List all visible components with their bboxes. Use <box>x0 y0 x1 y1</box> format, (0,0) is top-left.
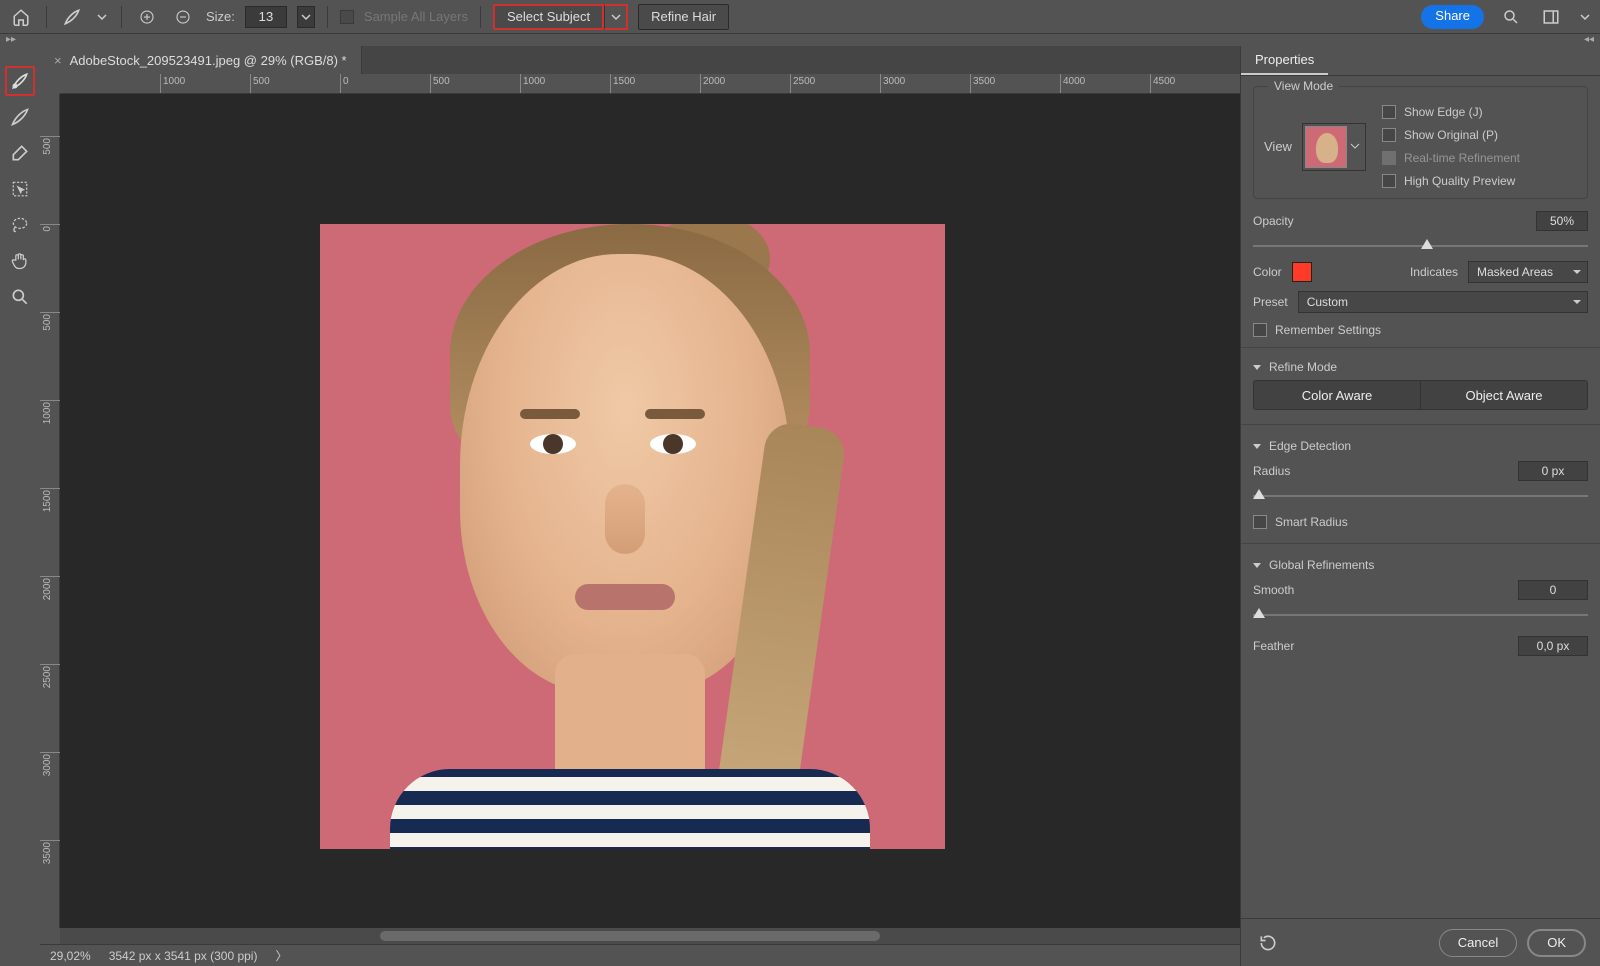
feather-label: Feather <box>1253 639 1294 653</box>
document-area: × AdobeStock_209523491.jpeg @ 29% (RGB/8… <box>40 46 1240 966</box>
size-dropdown[interactable] <box>297 6 315 28</box>
document-tab[interactable]: × AdobeStock_209523491.jpeg @ 29% (RGB/8… <box>40 46 362 74</box>
radius-slider[interactable] <box>1253 489 1588 503</box>
zoom-level[interactable]: 29,02% <box>50 949 91 963</box>
horizontal-scrollbar[interactable] <box>60 928 1240 944</box>
refine-hair-button[interactable]: Refine Hair <box>638 4 729 30</box>
opacity-slider[interactable] <box>1253 239 1588 253</box>
canvas-viewport[interactable] <box>60 94 1240 928</box>
home-icon[interactable] <box>8 4 34 30</box>
color-swatch[interactable] <box>1292 262 1312 282</box>
select-subject-label: Select Subject <box>507 9 590 24</box>
realtime-refinement-checkbox <box>1382 151 1396 165</box>
panel-footer: Cancel OK <box>1241 918 1600 966</box>
remember-settings-label: Remember Settings <box>1275 323 1381 337</box>
select-subject-dropdown[interactable] <box>604 4 628 30</box>
refine-hair-label: Refine Hair <box>651 9 716 24</box>
radius-label: Radius <box>1253 464 1290 478</box>
edge-detection-section[interactable]: Edge Detection <box>1253 439 1588 453</box>
show-original-checkbox[interactable] <box>1382 128 1396 142</box>
color-aware-button[interactable]: Color Aware <box>1253 380 1421 410</box>
smooth-label: Smooth <box>1253 583 1294 597</box>
refine-mode-segmented: Color Aware Object Aware <box>1253 380 1588 410</box>
indicates-dropdown[interactable]: Masked Areas <box>1468 261 1588 283</box>
ok-button[interactable]: OK <box>1527 929 1586 957</box>
realtime-refinement-label: Real-time Refinement <box>1404 151 1520 165</box>
opacity-value[interactable]: 50% <box>1536 211 1588 231</box>
opacity-label: Opacity <box>1253 214 1294 228</box>
sample-all-layers-checkbox <box>340 10 354 24</box>
cancel-button[interactable]: Cancel <box>1439 929 1517 957</box>
show-edge-label: Show Edge (J) <box>1404 105 1483 119</box>
workspace-switcher-icon[interactable] <box>1538 4 1564 30</box>
brush-tool[interactable] <box>5 138 35 168</box>
feather-value[interactable]: 0,0 px <box>1518 636 1588 656</box>
search-icon[interactable] <box>1498 4 1524 30</box>
status-bar: 29,02% 3542 px x 3541 px (300 ppi) 〉 <box>40 944 1240 966</box>
expand-right-icon[interactable]: ◂◂ <box>1584 34 1594 46</box>
show-edge-checkbox[interactable] <box>1382 105 1396 119</box>
lasso-tool[interactable] <box>5 210 35 240</box>
share-button[interactable]: Share <box>1421 5 1484 29</box>
radius-value[interactable]: 0 px <box>1518 461 1588 481</box>
hq-preview-label: High Quality Preview <box>1404 174 1515 188</box>
canvas[interactable] <box>320 224 945 849</box>
sample-all-layers-label: Sample All Layers <box>364 9 468 24</box>
properties-tab[interactable]: Properties <box>1241 46 1328 75</box>
brush-preset-dropdown[interactable] <box>95 4 109 30</box>
color-label: Color <box>1253 265 1282 279</box>
reset-icon[interactable] <box>1255 930 1281 956</box>
expand-left-icon[interactable]: ▸▸ <box>6 34 16 46</box>
smart-radius-checkbox[interactable] <box>1253 515 1267 529</box>
view-mode-group: View Mode View Show Edge (J) Show Origin… <box>1253 86 1588 199</box>
view-dropdown-icon[interactable] <box>1347 139 1363 154</box>
preset-label: Preset <box>1253 295 1288 309</box>
view-thumbnail[interactable] <box>1305 126 1347 168</box>
expand-strip: ▸▸ ◂◂ <box>0 34 1600 46</box>
share-label: Share <box>1435 8 1470 23</box>
object-aware-button[interactable]: Object Aware <box>1421 380 1588 410</box>
refine-mode-section[interactable]: Refine Mode <box>1253 360 1588 374</box>
select-subject-button[interactable]: Select Subject <box>493 4 604 30</box>
global-refinements-section[interactable]: Global Refinements <box>1253 558 1588 572</box>
smooth-value[interactable]: 0 <box>1518 580 1588 600</box>
workspace-dropdown-icon[interactable] <box>1578 4 1592 30</box>
size-label: Size: <box>206 9 235 24</box>
add-to-selection-icon[interactable] <box>134 4 160 30</box>
vertical-ruler[interactable]: 50005001000150020002500300035004000 <box>40 94 60 928</box>
brush-preview-icon[interactable] <box>59 4 85 30</box>
remember-settings-checkbox[interactable] <box>1253 323 1267 337</box>
preset-dropdown[interactable]: Custom <box>1298 291 1588 313</box>
options-bar: Size: Sample All Layers Select Subject R… <box>0 0 1600 34</box>
smooth-slider[interactable] <box>1253 608 1588 622</box>
show-original-label: Show Original (P) <box>1404 128 1498 142</box>
view-label: View <box>1264 139 1292 154</box>
portrait-shirt <box>390 769 870 849</box>
hand-tool[interactable] <box>5 246 35 276</box>
horizontal-ruler[interactable]: 1000500050010001500200025003000350040004… <box>60 74 1240 94</box>
properties-panel: Properties View Mode View Show Edge (J) … <box>1240 46 1600 966</box>
document-title: AdobeStock_209523491.jpeg @ 29% (RGB/8) … <box>70 53 347 68</box>
view-mode-title: View Mode <box>1268 79 1339 93</box>
size-input[interactable] <box>245 6 287 28</box>
zoom-tool[interactable] <box>5 282 35 312</box>
hq-preview-checkbox[interactable] <box>1382 174 1396 188</box>
status-flyout-icon[interactable]: 〉 <box>275 947 287 964</box>
object-selection-tool[interactable] <box>5 174 35 204</box>
indicates-label: Indicates <box>1410 265 1458 279</box>
close-tab-icon[interactable]: × <box>54 53 62 68</box>
quick-selection-tool[interactable] <box>5 66 35 96</box>
left-toolbar <box>0 46 40 966</box>
document-dimensions: 3542 px x 3541 px (300 ppi) <box>109 949 258 963</box>
document-tabbar: × AdobeStock_209523491.jpeg @ 29% (RGB/8… <box>40 46 1240 74</box>
smart-radius-label: Smart Radius <box>1275 515 1348 529</box>
subtract-from-selection-icon[interactable] <box>170 4 196 30</box>
refine-edge-brush-tool[interactable] <box>5 102 35 132</box>
